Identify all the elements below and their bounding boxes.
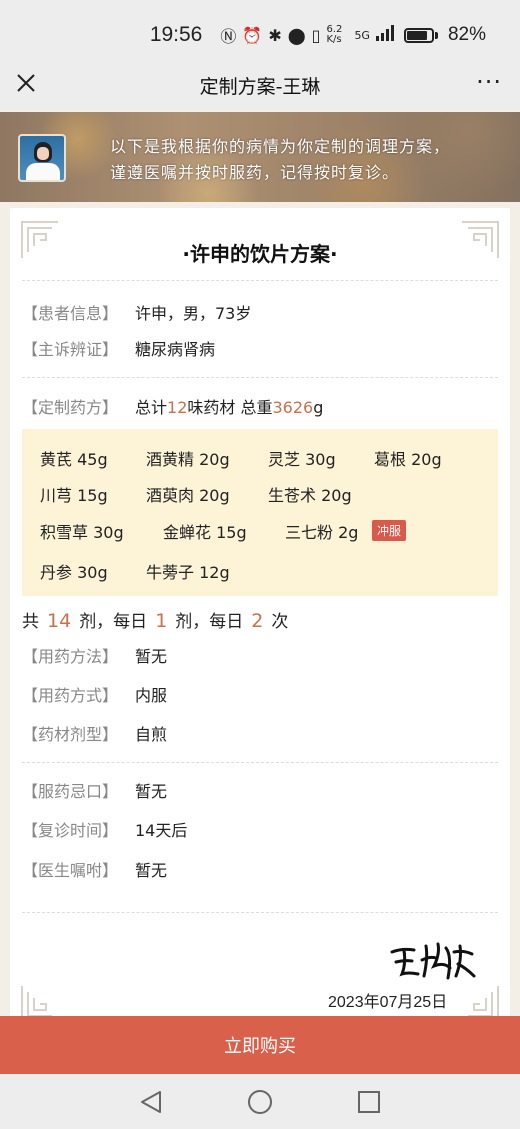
dose-text: 剂，每日 [79,612,148,632]
status-time: 19:56 [149,23,203,46]
revisit-row: 【复诊时间】 14天后 [22,817,187,841]
nav-bar: 定制方案-王琳 ··· [0,60,520,110]
card-title: ·许申的饮片方案· [182,242,338,266]
network-type: 5G [354,28,370,42]
vibrate-icon: ▯ [311,25,321,45]
doctor-banner: 以下是我根据你的病情为你定制的调理方案， 谨遵医嘱并按时服药，记得按时复诊。 [0,112,520,202]
diagnosis-row: 【主诉辨证】 糖尿病肾病 [22,336,215,360]
taboo-row: 【服药忌口】 暂无 [22,778,167,802]
alarm-icon: ⏰ [242,25,263,45]
herb-item: 黄芪 45g [40,450,108,469]
dose-text: 次 [271,612,289,632]
divider [22,912,498,913]
revisit-label: 【复诊时间】 [22,821,119,840]
banner-line-1: 以下是我根据你的病情为你定制的调理方案， [110,137,451,156]
doctor-avatar[interactable] [18,134,66,182]
dose-times: 2 [251,610,264,632]
page-title: 定制方案-王琳 [199,75,321,98]
dose-text: 剂，每日 [175,612,244,632]
mode-value: 内服 [135,686,168,705]
sign-date: 2023年07月25日 [328,994,448,1011]
formula-summary: 总计12味药材 总重3626g [135,394,323,418]
mode-label: 【用药方式】 [22,686,119,705]
battery-fill [406,30,427,40]
formula-label: 【定制药方】 [22,398,119,417]
herb-item: 三七粉 2g [285,523,359,542]
herb-item: 积雪草 30g [40,523,124,542]
dose-count: 14 [47,610,72,632]
back-icon[interactable] [138,1088,166,1116]
bluetooth-icon: ✱ [268,25,282,45]
formula-unit: g [313,398,324,417]
location-icon: ⬤ [287,25,306,45]
dosage-line: 共 14 剂，每日 1 剂，每日 2 次 [22,607,288,632]
diagnosis-value: 糖尿病肾病 [135,340,216,359]
status-icons: Ⓝ ⏰ ✱ ⬤ ▯ 6.2 K/s 5G 82% [220,23,486,47]
advice-value: 暂无 [135,861,168,880]
banner-message: 以下是我根据你的病情为你定制的调理方案， 谨遵医嘱并按时服药，记得按时复诊。 [110,134,450,186]
advice-label: 【医生嘱咐】 [22,861,119,880]
more-icon[interactable]: ··· [476,68,502,96]
nfc-icon: Ⓝ [220,27,237,46]
divider [22,377,498,378]
buy-now-button[interactable]: 立即购买 [0,1016,520,1074]
formula-prefix: 总计 [135,398,168,417]
patient-info-row: 【患者信息】 许申，男，73岁 [22,300,251,324]
system-nav-bar [0,1074,520,1129]
mode-row: 【用药方式】 内服 [22,682,167,706]
battery-percent: 82% [447,24,486,45]
patient-label: 【患者信息】 [22,304,119,323]
revisit-value: 14天后 [135,821,188,840]
recents-icon[interactable] [355,1088,383,1116]
patient-value: 许申，男，73岁 [135,304,252,323]
herb-item: 牛蒡子 12g [146,563,230,582]
dose-text: 共 [22,612,39,632]
banner-line-2: 谨遵医嘱并按时服药，记得按时复诊。 [110,163,400,182]
home-icon[interactable] [246,1088,274,1116]
formula-weight: 3626 [272,398,314,417]
taboo-label: 【服药忌口】 [22,782,119,801]
formula-row: 【定制药方】 总计12味药材 总重3626g [22,394,323,418]
divider [22,762,498,763]
form-row: 【药材剂型】 自煎 [22,721,167,745]
doctor-signature-icon [390,942,476,980]
diagnosis-label: 【主诉辨证】 [22,340,119,359]
divider [22,280,498,281]
herb-item: 生苍术 20g [268,486,352,505]
prescription-card: ·许申的饮片方案· 【患者信息】 许申，男，73岁 【主诉辨证】 糖尿病肾病 【… [10,208,510,1023]
form-label: 【药材剂型】 [22,725,119,744]
herb-item: 川芎 15g [40,486,108,505]
formula-count: 12 [167,398,188,417]
form-value: 自煎 [135,725,168,744]
herb-item: 灵芝 30g [268,450,336,469]
battery-icon [403,27,438,43]
dose-per-day: 1 [155,610,168,632]
taboo-value: 暂无 [135,782,168,801]
herb-item: 酒黄精 20g [146,450,230,469]
formula-mid: 味药材 总重 [187,398,273,417]
herb-item: 葛根 20g [374,450,442,469]
herb-usage-tag: 冲服 [372,520,407,541]
herb-item: 酒萸肉 20g [146,486,230,505]
signal-icon [375,25,394,45]
method-row: 【用药方法】 暂无 [22,643,167,667]
close-icon[interactable] [12,69,40,97]
advice-row: 【医生嘱咐】 暂无 [22,857,167,881]
method-value: 暂无 [135,647,168,666]
herb-list: 黄芪 45g 酒黄精 20g 灵芝 30g 葛根 20g 川芎 15g 酒萸肉 … [22,429,498,596]
herb-item: 丹参 30g [40,563,108,582]
herb-item: 金蝉花 15g [163,523,247,542]
network-speed: 6.2 K/s [326,24,343,45]
method-label: 【用药方法】 [22,647,119,666]
